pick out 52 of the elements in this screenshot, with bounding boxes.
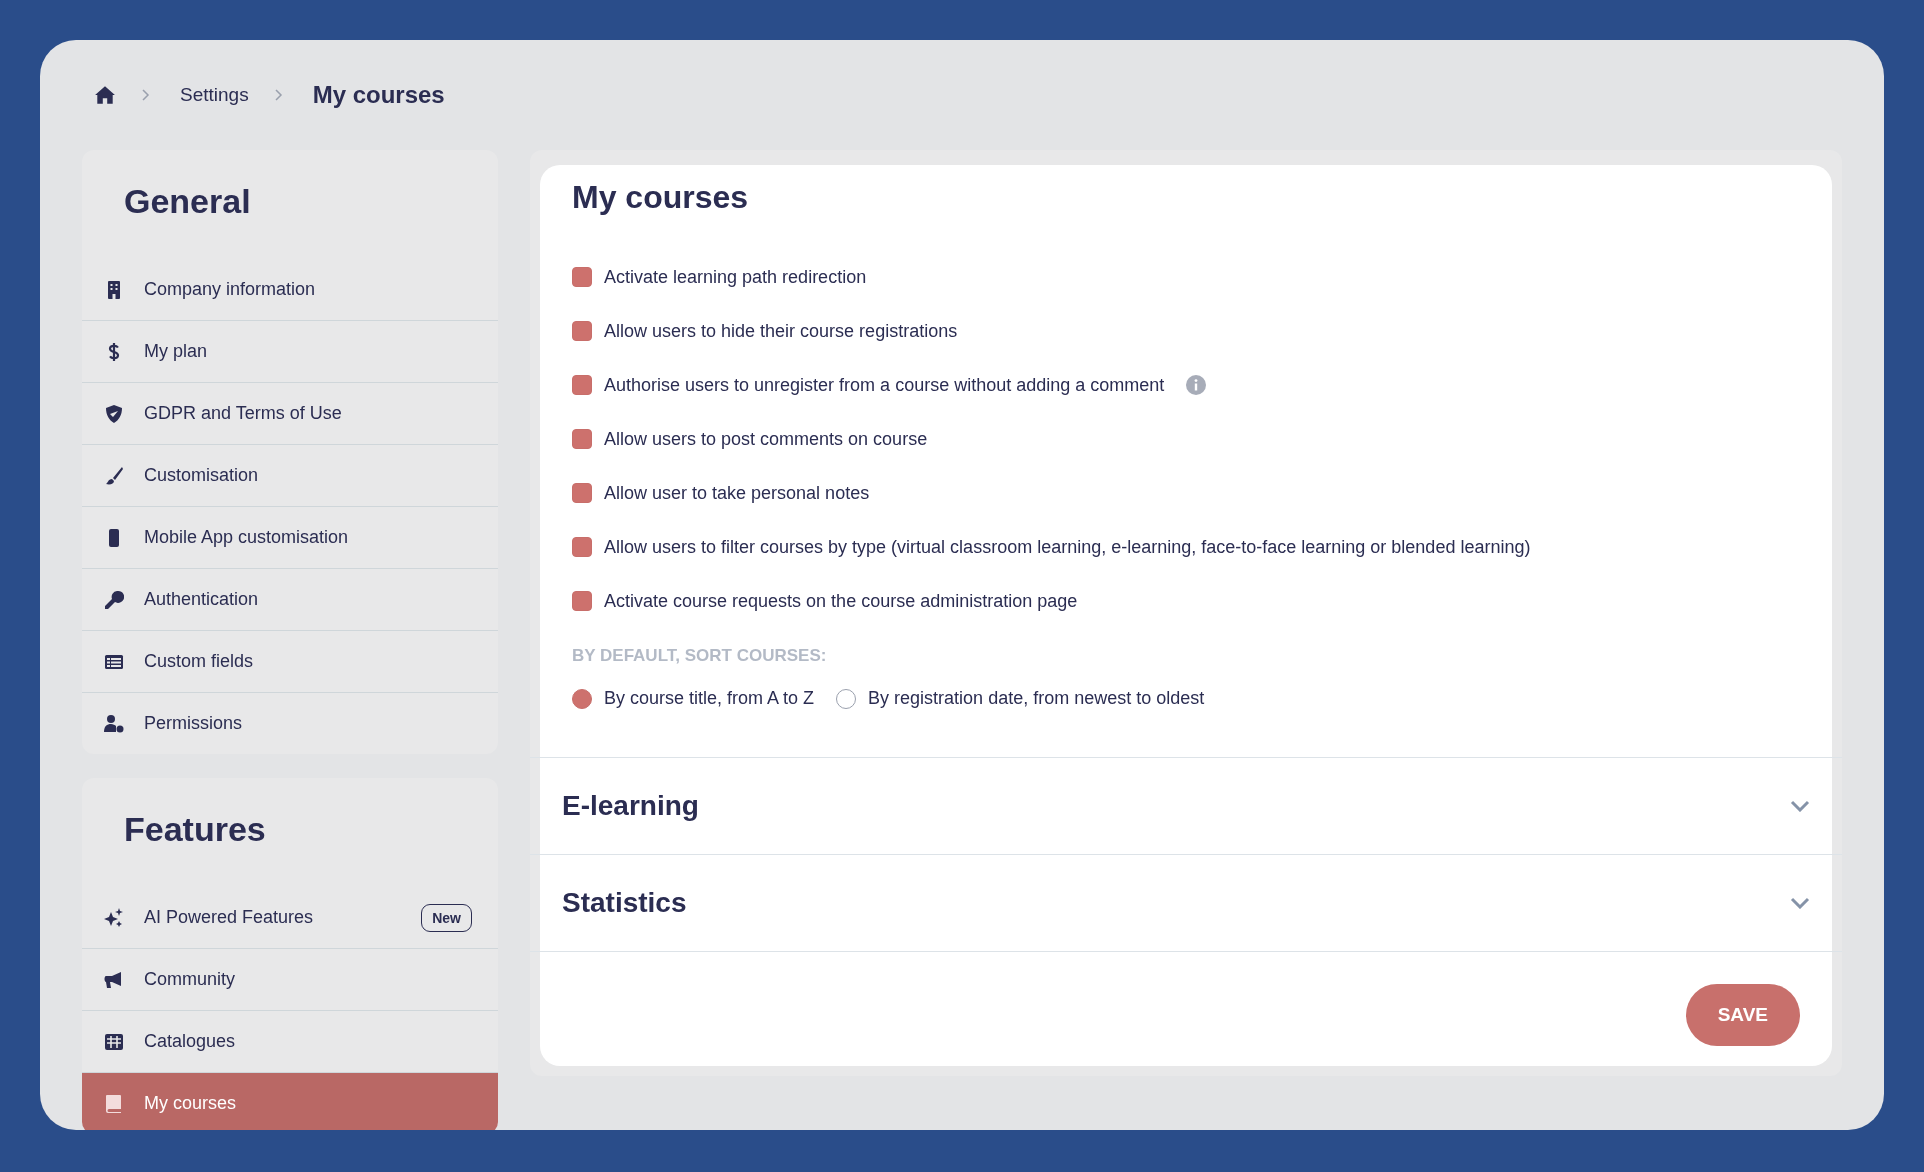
checkbox[interactable] bbox=[572, 591, 592, 611]
sidebar-item[interactable]: AI Powered Features New bbox=[82, 887, 498, 948]
sidebar-item[interactable]: Permissions bbox=[82, 692, 498, 754]
option-label: Activate learning path redirection bbox=[604, 266, 867, 288]
sidebar-item[interactable]: GDPR and Terms of Use bbox=[82, 382, 498, 444]
key-icon bbox=[104, 589, 124, 610]
chevron-icon bbox=[274, 89, 283, 101]
sidebar-item[interactable]: My plan bbox=[82, 320, 498, 382]
checkbox[interactable] bbox=[572, 267, 592, 287]
sidebar-item[interactable]: Custom fields bbox=[82, 630, 498, 692]
option-label: Allow users to post comments on course bbox=[604, 428, 928, 450]
section-title: General bbox=[123, 181, 252, 222]
sparkles-icon bbox=[104, 907, 124, 928]
sidebar-item[interactable]: Authentication bbox=[82, 568, 498, 630]
option-label: Allow users to filter courses by type (virtual classroom learning, e-learning, face-to-face learning or blended learning) bbox=[604, 536, 1531, 558]
checkbox[interactable] bbox=[572, 429, 592, 449]
sidebar-item[interactable]: Community bbox=[82, 948, 498, 1010]
checkbox[interactable] bbox=[572, 537, 592, 557]
megaphone-icon bbox=[104, 969, 124, 990]
checkbox[interactable] bbox=[572, 483, 592, 503]
sidebar-item[interactable]: My courses bbox=[82, 1072, 498, 1130]
breadcrumb-link[interactable]: Settings bbox=[180, 84, 249, 106]
page-title: My courses bbox=[572, 179, 750, 216]
sort-heading: BY DEFAULT, SORT COURSES: bbox=[572, 646, 828, 666]
accordion-header[interactable]: Statistics bbox=[530, 854, 1842, 951]
accordion-header[interactable]: E-learning bbox=[530, 757, 1842, 854]
radio-button[interactable] bbox=[836, 688, 857, 709]
book-icon bbox=[104, 1093, 124, 1114]
option-label: Allow users to hide their course registrations bbox=[604, 320, 958, 342]
sidebar-item[interactable]: Company information bbox=[82, 259, 498, 320]
checkbox[interactable] bbox=[572, 375, 592, 395]
new-badge: New bbox=[421, 903, 472, 932]
grid-icon bbox=[104, 1031, 124, 1052]
sidebar-item[interactable]: Customisation bbox=[82, 444, 498, 506]
option-label: By registration date, from newest to oldest bbox=[868, 688, 1205, 709]
info-icon[interactable] bbox=[1186, 375, 1207, 395]
breadcrumb-current: My courses bbox=[312, 81, 445, 109]
chevron-icon bbox=[1790, 800, 1810, 812]
option-label: Allow user to take personal notes bbox=[604, 482, 870, 504]
option-label: By course title, from A to Z bbox=[604, 688, 815, 709]
shield-icon bbox=[104, 403, 124, 424]
sidebar-item[interactable]: Mobile App customisation bbox=[82, 506, 498, 568]
brush-icon bbox=[104, 465, 124, 486]
option-label: Authorise users to unregister from a course without adding a comment bbox=[604, 374, 1165, 396]
home-icon[interactable] bbox=[94, 85, 116, 105]
chevron-icon bbox=[142, 89, 150, 101]
checkbox[interactable] bbox=[572, 321, 592, 341]
save-button[interactable]: SAVE bbox=[1685, 984, 1800, 1046]
radio-button[interactable] bbox=[572, 688, 592, 709]
option-label: Activate course requests on the course administration page bbox=[604, 590, 1078, 612]
chevron-icon bbox=[1790, 897, 1810, 909]
section-title: Features bbox=[123, 809, 267, 850]
